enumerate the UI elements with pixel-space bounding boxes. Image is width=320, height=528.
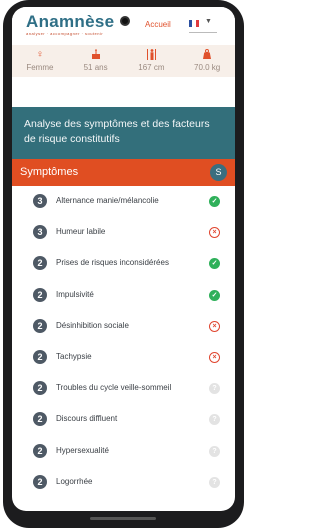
symptom-row[interactable]: 3 Alternance manie/mélancolie ✓ (12, 186, 235, 217)
rank-badge: 2 (33, 443, 47, 458)
cross-icon[interactable]: × (209, 351, 220, 363)
logo-title: Anamnèse (26, 12, 115, 31)
symptom-row[interactable]: 2 Troubles du cycle veille-sommeil ? (12, 373, 235, 404)
spacer (12, 77, 235, 107)
logo-subtitle: analyser · accompagner · soutenir (26, 31, 104, 36)
patient-height-value: 167 cm (138, 63, 165, 72)
rank-badge: 2 (33, 474, 47, 489)
patient-sex: ♀ Femme (12, 45, 68, 77)
unknown-icon[interactable]: ? (209, 383, 220, 395)
symptom-label: Logorrhée (56, 476, 93, 486)
symptom-label: Tachypsie (56, 351, 92, 361)
symptom-row[interactable]: 2 Prises de risques inconsidérées ✓ (12, 248, 235, 279)
symptom-row[interactable]: 2 Discours diffluent ? (12, 404, 235, 435)
symptom-label: Désinhibition sociale (56, 320, 129, 330)
rank-badge: 2 (33, 381, 47, 396)
symptom-list: 3 Alternance manie/mélancolie ✓ 3 Humeur… (12, 186, 235, 498)
cross-icon[interactable]: × (209, 227, 220, 239)
patient-weight-value: 70.0 kg (194, 63, 221, 72)
front-camera (120, 16, 130, 26)
unknown-icon[interactable]: ? (209, 414, 220, 426)
height-icon (124, 49, 180, 60)
cake-icon (68, 49, 124, 60)
section-title: Analyse des symptômes et des facteurs de… (12, 107, 235, 159)
cross-icon[interactable]: × (209, 320, 220, 332)
language-selector[interactable]: ▼ (189, 18, 217, 33)
patient-info-bar: ♀ Femme 51 ans 167 cm 70.0 kg (12, 45, 235, 77)
symptoms-panel-title: Symptômes (20, 166, 79, 178)
symptom-row[interactable]: 2 Logorrhée ? (12, 467, 235, 498)
weight-icon (179, 49, 235, 60)
symptom-row[interactable]: 2 Désinhibition sociale × (12, 311, 235, 342)
patient-age-value: 51 ans (83, 63, 108, 72)
symptom-label: Humeur labile (56, 227, 106, 237)
patient-sex-value: Femme (26, 63, 54, 72)
app-screen: Anamnèse analyser · accompagner · souten… (12, 7, 235, 511)
symptom-row[interactable]: 2 Impulsivité ✓ (12, 280, 235, 311)
language-underline (189, 32, 217, 33)
female-icon: ♀ (36, 49, 44, 60)
rank-badge: 2 (33, 412, 47, 427)
phone-frame: Anamnèse analyser · accompagner · souten… (3, 0, 244, 528)
patient-age: 51 ans (68, 45, 124, 77)
symptom-label: Prises de risques inconsidérées (56, 258, 169, 268)
rank-badge: 2 (33, 318, 47, 333)
nav-home-link[interactable]: Accueil (145, 20, 171, 29)
symptom-row[interactable]: 3 Humeur labile × (12, 217, 235, 248)
unknown-icon[interactable]: ? (209, 476, 220, 488)
app-logo[interactable]: Anamnèse analyser · accompagner · souten… (26, 13, 114, 36)
check-icon[interactable]: ✓ (209, 289, 220, 301)
symptoms-panel-header[interactable]: Symptômes S (12, 159, 235, 186)
symptom-label: Discours diffluent (56, 414, 118, 424)
unknown-icon[interactable]: ? (209, 445, 220, 457)
symptoms-badge: S (210, 164, 227, 181)
patient-weight: 70.0 kg (179, 45, 235, 77)
rank-badge: 3 (33, 194, 47, 208)
chevron-down-icon: ▼ (205, 18, 212, 25)
patient-height: 167 cm (124, 45, 180, 77)
symptom-label: Troubles du cycle veille-sommeil (56, 383, 172, 393)
rank-badge: 2 (33, 349, 47, 364)
symptom-row[interactable]: 2 Hypersexualité ? (12, 436, 235, 467)
symptom-label: Alternance manie/mélancolie (56, 196, 159, 205)
rank-badge: 2 (33, 287, 47, 302)
symptom-label: Hypersexualité (56, 445, 109, 455)
check-icon[interactable]: ✓ (209, 258, 220, 270)
france-flag-icon (189, 20, 199, 27)
home-indicator (90, 517, 156, 520)
rank-badge: 3 (33, 225, 47, 240)
symptom-label: Impulsivité (56, 289, 94, 299)
symptom-row[interactable]: 2 Tachypsie × (12, 342, 235, 373)
rank-badge: 2 (33, 256, 47, 271)
app-header: Anamnèse analyser · accompagner · souten… (12, 7, 235, 45)
check-icon[interactable]: ✓ (209, 196, 220, 207)
